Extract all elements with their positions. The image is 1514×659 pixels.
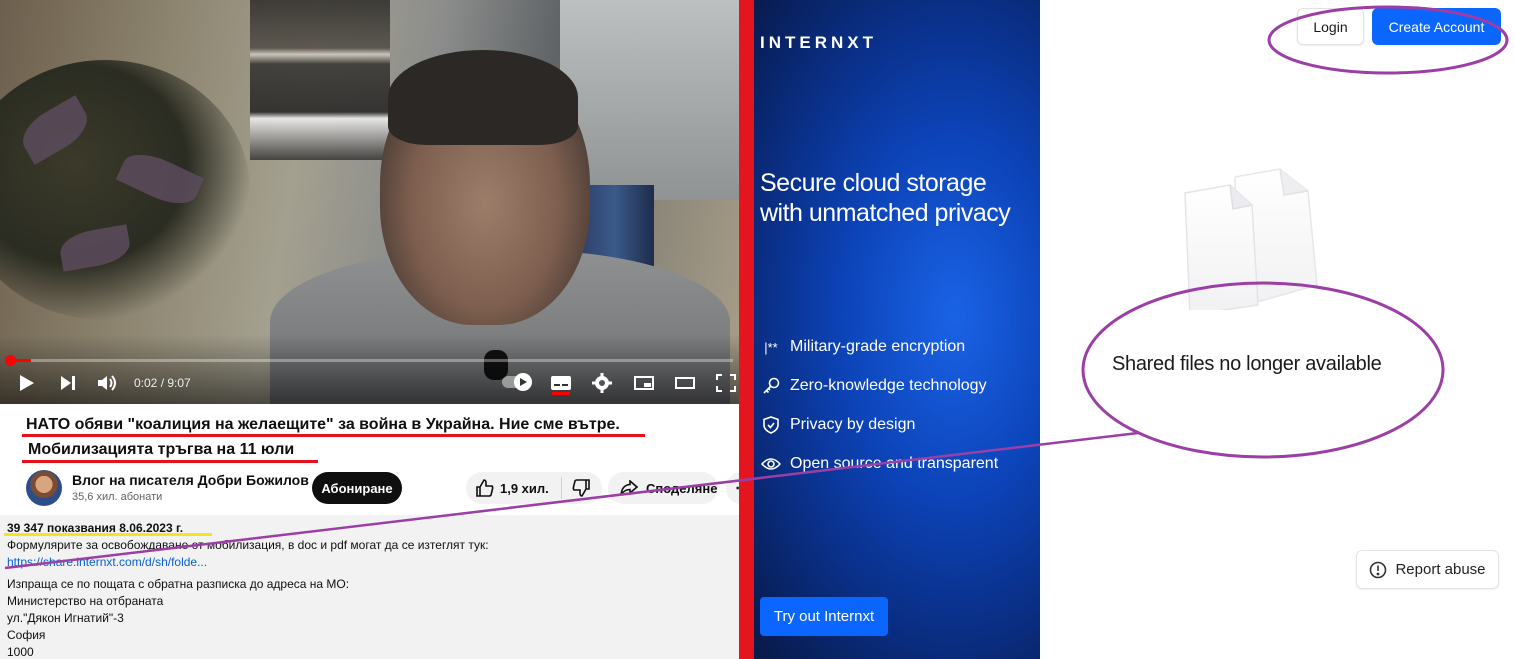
thumbs-up-icon <box>476 479 494 497</box>
description-link[interactable]: https://share.internxt.com/d/sh/folde... <box>7 555 207 569</box>
description-line: Министерство на отбраната <box>7 594 164 608</box>
subtitles-active-indicator <box>552 392 570 395</box>
login-button[interactable]: Login <box>1297 8 1364 45</box>
next-button[interactable] <box>57 370 79 396</box>
feature-label: Privacy by design <box>790 416 916 433</box>
autoplay-play-icon <box>520 378 527 386</box>
report-abuse-label: Report abuse <box>1395 561 1486 578</box>
dislike-button[interactable] <box>572 479 590 497</box>
subscribe-button[interactable]: Абониране <box>312 472 402 504</box>
autoplay-knob <box>514 373 532 391</box>
warning-circle-icon <box>1370 561 1387 578</box>
more-actions-button[interactable]: ⋯ <box>726 472 739 504</box>
volume-icon <box>98 375 116 391</box>
description-line: 1000 <box>7 645 34 659</box>
thumbs-down-icon <box>572 479 590 497</box>
play-button[interactable] <box>16 370 38 396</box>
eye-icon <box>760 453 782 475</box>
internxt-logo: INTERNXT <box>760 33 877 52</box>
subtitles-icon <box>551 376 571 390</box>
video-time: 0:02 / 9:07 <box>134 376 191 390</box>
feature-privacy: Privacy by design <box>760 413 915 437</box>
red-divider <box>739 0 754 659</box>
video-title-line2: Мобилизацията тръгва на 11 юли <box>28 441 295 458</box>
description-line: Формулярите за освобождаване от мобилиза… <box>7 538 489 552</box>
like-count: 1,9 хил. <box>500 480 549 496</box>
description-line: София <box>7 628 46 642</box>
video-bookshelf <box>250 0 390 160</box>
video-progress-scrubber[interactable] <box>5 355 16 366</box>
subscriber-count: 35,6 хил. абонати <box>72 491 163 503</box>
feature-encryption: |** Military-grade encryption <box>760 335 965 359</box>
feature-open-source: Open source and transparent <box>760 452 998 476</box>
share-button[interactable]: Споделяне <box>608 472 718 504</box>
youtube-panel: 0:02 / 9:07 НАТО обяви "коалиция на жела… <box>0 0 739 659</box>
autoplay-toggle[interactable] <box>502 373 532 391</box>
channel-name[interactable]: Влог на писателя Добри Божилов <box>72 472 309 488</box>
video-person-hair <box>388 50 578 145</box>
like-button[interactable]: 1,9 хил. <box>476 479 549 497</box>
gear-icon <box>592 373 612 393</box>
like-dislike-group: 1,9 хил. <box>466 472 602 504</box>
empty-files-illustration <box>1184 168 1318 310</box>
share-label: Споделяне <box>646 480 718 496</box>
channel-avatar[interactable] <box>26 470 62 506</box>
video-title-line1: НАТО обяви "коалиция на желаещите" за во… <box>26 416 620 433</box>
internxt-brand-panel: INTERNXT Secure cloud storage with unmat… <box>754 0 1040 659</box>
play-icon <box>20 375 34 391</box>
feature-label: Military-grade encryption <box>790 338 966 355</box>
password-icon: |** <box>764 339 778 355</box>
video-description[interactable]: 39 347 показвания 8.06.2023 г. Формуляри… <box>0 515 739 659</box>
volume-button[interactable] <box>96 370 120 396</box>
like-divider <box>560 477 562 499</box>
settings-button[interactable] <box>590 370 614 396</box>
video-progress-bar[interactable] <box>5 355 733 366</box>
brand-headline: Secure cloud storage with unmatched priv… <box>760 169 1011 227</box>
next-icon <box>61 376 75 390</box>
miniplayer-icon <box>634 376 654 390</box>
theater-mode-button[interactable] <box>673 370 697 396</box>
description-line: ул."Дякон Игнатий"-3 <box>7 611 124 625</box>
feature-zero-knowledge: Zero-knowledge technology <box>760 374 987 398</box>
video-player[interactable] <box>0 0 739 404</box>
yellow-underline-stats <box>4 533 212 536</box>
report-abuse-button[interactable]: Report abuse <box>1356 550 1499 589</box>
red-underline-title1 <box>22 434 645 437</box>
feature-label: Open source and transparent <box>790 455 999 472</box>
theater-icon <box>675 377 695 389</box>
description-line: Изпраща се по пощата с обратна разписка … <box>7 577 350 591</box>
feature-label: Zero-knowledge technology <box>790 377 987 394</box>
share-icon <box>620 480 638 496</box>
create-account-button[interactable]: Create Account <box>1372 8 1501 45</box>
fullscreen-icon <box>716 374 736 392</box>
miniplayer-button[interactable] <box>632 370 656 396</box>
shield-icon <box>760 414 782 436</box>
fullscreen-button[interactable] <box>714 370 738 396</box>
empty-state-message: Shared files no longer available <box>1112 353 1382 375</box>
try-internxt-button[interactable]: Try out Internxt <box>760 597 888 636</box>
video-plant <box>0 60 250 320</box>
key-icon <box>760 375 782 397</box>
red-underline-title2 <box>22 460 318 463</box>
